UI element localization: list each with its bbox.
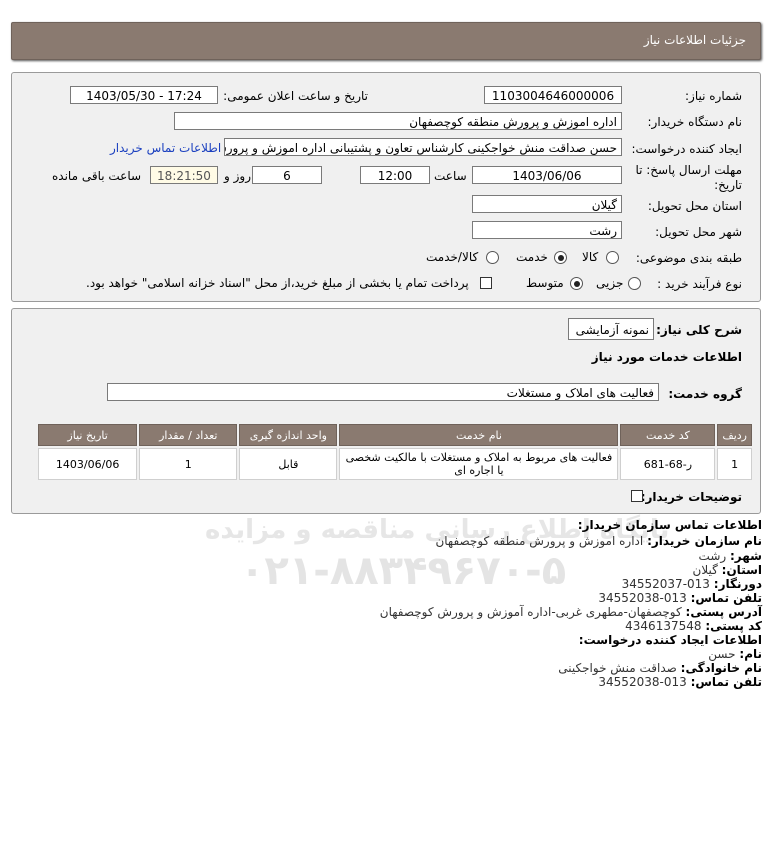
services-heading: اطلاعات خدمات مورد نیاز xyxy=(591,350,742,364)
service-group-label: گروه خدمت: xyxy=(668,387,742,401)
table-row: 1 ر-68-681 فعالیت های مربوط به املاک و م… xyxy=(38,448,752,480)
announce-field: 1403/05/30 - 17:24 xyxy=(70,86,218,104)
deadline-date-field: 1403/06/06 xyxy=(472,166,622,184)
cell-need-date: 1403/06/06 xyxy=(38,448,138,480)
announce-label: تاریخ و ساعت اعلان عمومی: xyxy=(223,89,368,103)
contact-org-name: نام سازمان خریدار: اداره اموزش و پرورش م… xyxy=(435,534,762,548)
page-header: جزئیات اطلاعات نیاز xyxy=(11,22,761,60)
category-radio-goods-service[interactable] xyxy=(486,251,499,264)
services-table-header: ردیف کد خدمت نام خدمت واحد اندازه گیری ت… xyxy=(38,424,752,446)
services-table: ردیف کد خدمت نام خدمت واحد اندازه گیری ت… xyxy=(36,422,754,482)
days-label: روز و xyxy=(224,169,251,183)
process-option-minor: جزیی xyxy=(596,276,624,290)
cell-quantity: 1 xyxy=(139,448,238,480)
deadline-label-2: تاریخ: xyxy=(714,178,742,192)
deadline-time-label: ساعت xyxy=(434,169,467,183)
province-field: گیلان xyxy=(472,195,622,213)
service-group-field: فعالیت های املاک و مستغلات xyxy=(107,383,659,401)
col-service-name: نام خدمت xyxy=(339,424,619,446)
cell-service-code: ر-68-681 xyxy=(620,448,716,480)
contact-first-name: نام: حسن xyxy=(708,647,762,661)
buyer-contact-link[interactable]: اطلاعات تماس خریدار xyxy=(110,141,221,155)
category-radio-goods[interactable] xyxy=(606,251,619,264)
cell-service-name: فعالیت های مربوط به املاک و مستغلات با م… xyxy=(339,448,619,480)
payment-note: پرداخت تمام یا بخشی از مبلغ خرید،از محل … xyxy=(86,276,469,290)
cell-row: 1 xyxy=(717,448,752,480)
contact-address: آدرس پستی: کوچصفهان-مطهری غربی-اداره آمو… xyxy=(379,605,762,619)
contact-province: استان: گیلان xyxy=(692,563,763,577)
category-label: طبقه بندی موضوعی: xyxy=(635,251,742,265)
col-service-code: کد خدمت xyxy=(620,424,716,446)
process-radio-minor[interactable] xyxy=(628,277,641,290)
contact-fax: دورنگار: 013-34552037 xyxy=(621,577,762,591)
contact-last-name: نام خانوادگی: صداقت منش خواجکینی xyxy=(558,661,762,675)
col-need-date: تاریخ نیاز xyxy=(38,424,138,446)
deadline-time-field: 12:00 xyxy=(360,166,430,184)
general-desc-field: نمونه آزمایشی xyxy=(568,318,654,340)
category-radio-service[interactable] xyxy=(554,251,567,264)
process-radio-medium[interactable] xyxy=(570,277,583,290)
remaining-label: ساعت باقی مانده xyxy=(52,169,142,183)
buyer-notes-label: توضیحات خریدار: xyxy=(640,490,742,504)
contact-city: شهر: رشت xyxy=(698,549,762,563)
deadline-label-1: مهلت ارسال پاسخ: تا xyxy=(635,163,742,177)
contact-postal: کد پستی: 4346137548 xyxy=(625,619,762,633)
need-number-field: 1103004646000006 xyxy=(484,86,622,104)
city-label: شهر محل تحویل: xyxy=(655,225,742,239)
process-label: نوع فرآیند خرید : xyxy=(657,277,742,291)
need-number-label: شماره نیاز: xyxy=(685,89,742,103)
days-field: 6 xyxy=(252,166,322,184)
general-desc-label: شرح کلی نیاز: xyxy=(656,323,742,337)
buyer-org-field: اداره اموزش و پرورش منطقه کوچصفهان xyxy=(174,112,622,130)
buyer-notes-checkbox[interactable] xyxy=(631,490,643,502)
contact-org-heading: اطلاعات تماس سازمان خریدار: xyxy=(577,518,762,532)
category-option-goods: کالا xyxy=(582,250,599,264)
col-row: ردیف xyxy=(717,424,752,446)
category-option-service: خدمت xyxy=(516,250,548,264)
col-unit: واحد اندازه گیری xyxy=(239,424,338,446)
page-title: جزئیات اطلاعات نیاز xyxy=(643,33,746,47)
remaining-time-field: 18:21:50 xyxy=(150,166,218,184)
process-option-medium: متوسط xyxy=(526,276,564,290)
need-info-panel xyxy=(11,72,761,302)
province-label: استان محل تحویل: xyxy=(647,199,742,213)
category-option-goods-service: کالا/خدمت xyxy=(426,250,479,264)
buyer-org-label: نام دستگاه خریدار: xyxy=(647,115,743,129)
col-quantity: تعداد / مقدار xyxy=(139,424,238,446)
cell-unit: قابل xyxy=(239,448,338,480)
contact-phone: تلفن تماس: 013-34552038 xyxy=(598,591,762,605)
treasury-checkbox[interactable] xyxy=(480,277,492,289)
creator-label: ایجاد کننده درخواست: xyxy=(631,142,742,156)
creator-field: حسن صداقت منش خواجکینی کارشناس تعاون و پ… xyxy=(224,138,622,156)
watermark-phone: ۰۲۱-۸۸۳۴۹۶۷۰-۵ xyxy=(240,548,567,594)
contact-creator-phone: تلفن تماس: 013-34552038 xyxy=(598,675,762,689)
city-field: رشت xyxy=(472,221,622,239)
contact-creator-heading: اطلاعات ایجاد کننده درخواست: xyxy=(578,633,762,647)
